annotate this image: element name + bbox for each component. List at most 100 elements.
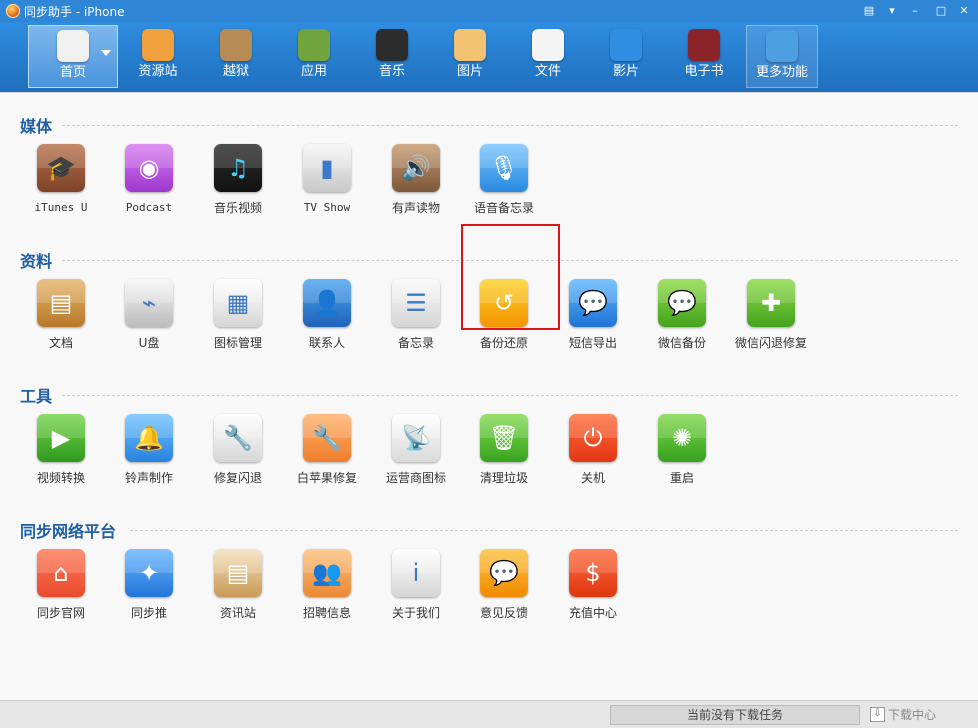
nav-more-tools[interactable]: 更多功能 (746, 25, 818, 88)
message-icon[interactable]: ▤ (860, 3, 878, 19)
item-label: 联系人 (308, 336, 345, 350)
tv-show-icon: ▮ (303, 144, 351, 192)
nav-label: 越狱 (222, 64, 249, 79)
white-apple-fix-button[interactable]: 🔧 白苹果修复 (284, 410, 370, 498)
nav-label: 电子书 (684, 64, 724, 79)
nav-jailbreak[interactable]: 越狱 (200, 25, 272, 88)
podcast-icon: ◉ (125, 144, 173, 192)
repair-crash-icon: 🔧 (214, 414, 262, 462)
section-divider (62, 125, 958, 127)
wechat-fix-button[interactable]: ✚ 微信闪退修复 (728, 275, 814, 363)
photo-icon (454, 29, 486, 61)
item-label: 白苹果修复 (296, 471, 357, 485)
close-icon[interactable]: ✕ (955, 3, 973, 19)
minimize-icon[interactable]: – (906, 3, 924, 19)
item-label: 修复闪退 (213, 471, 262, 485)
recharge-button[interactable]: $ 充值中心 (550, 545, 636, 633)
power-icon: ⏻ (569, 414, 617, 462)
trash-icon: 🗑 (480, 414, 528, 462)
item-label: iTunes U (34, 201, 88, 214)
video-convert-icon: ▶ (37, 414, 85, 462)
news-button[interactable]: ▤ 资讯站 (195, 545, 281, 633)
itunes-u-button[interactable]: 🎓 iTunes U (18, 140, 104, 228)
usb-drive-button[interactable]: ⌁ U盘 (106, 275, 192, 363)
item-label: 微信闪退修复 (734, 336, 807, 350)
sync-push-icon-glyph: ✦ (138, 559, 160, 587)
nav-label: 首页 (59, 65, 86, 80)
nav-video[interactable]: 影片 (590, 25, 662, 88)
apps-icon (298, 29, 330, 61)
memo-icon-glyph: ☰ (405, 289, 427, 317)
item-label: 同步推 (130, 606, 167, 620)
repair-crash-button[interactable]: 🔧 修复闪退 (195, 410, 281, 498)
restart-button[interactable]: ✺ 重启 (639, 410, 725, 498)
video-icon (610, 29, 642, 61)
video-convert-button[interactable]: ▶ 视频转换 (18, 410, 104, 498)
home-dropdown-arrow-icon[interactable] (101, 50, 111, 56)
restart-icon-glyph: ✺ (671, 424, 693, 452)
voice-memo-icon: 🎙 (480, 144, 528, 192)
nav-music[interactable]: 音乐 (356, 25, 428, 88)
menu-icon[interactable]: ▾ (883, 3, 901, 19)
ringtone-icon: 🔔 (125, 414, 173, 462)
audiobook-icon-glyph: 🔊 (401, 154, 431, 182)
tv-show-button[interactable]: ▮ TV Show (284, 140, 370, 228)
window-title: 同步助手 - iPhone (24, 5, 125, 19)
power-button[interactable]: ⏻ 关机 (550, 410, 636, 498)
news-icon: ▤ (214, 549, 262, 597)
recruitment-button[interactable]: 👥 招聘信息 (284, 545, 370, 633)
nav-file[interactable]: 文件 (512, 25, 584, 88)
maximize-icon[interactable]: □ (932, 3, 950, 19)
podcast-icon-glyph: ◉ (138, 154, 160, 182)
more-functions-panel: 媒体 🎓 iTunes U ◉ Podcast ♫ 音乐视频 ▮ TV Show 🔊 有声读物 🎙 语音… (0, 92, 978, 701)
nav-home[interactable]: 首页 (28, 25, 118, 88)
nav-apps[interactable]: 应用 (278, 25, 350, 88)
about-icon: i (392, 549, 440, 597)
podcast-button[interactable]: ◉ Podcast (106, 140, 192, 228)
contacts-button[interactable]: 👤 联系人 (284, 275, 370, 363)
nav-photo[interactable]: 图片 (434, 25, 506, 88)
download-center-link[interactable]: 下载中心 (888, 706, 936, 723)
usb-drive-icon-glyph: ⌁ (141, 289, 157, 317)
section-title: 资料 (20, 252, 53, 271)
main-navigation: 首页 资源站 越狱 应用 音乐 图片 文件 影片 电子书 更多功能 (0, 22, 978, 92)
download-icon[interactable]: ⇩ (870, 707, 885, 722)
trash-icon-glyph: 🗑 (488, 424, 520, 452)
video-convert-icon-glyph: ▶ (51, 424, 71, 452)
item-label: 微信备份 (657, 336, 706, 350)
trash-button[interactable]: 🗑 清理垃圾 (461, 410, 547, 498)
nav-bag[interactable]: 资源站 (122, 25, 194, 88)
memo-button[interactable]: ☰ 备忘录 (373, 275, 459, 363)
voice-memo-icon-glyph: 🎙 (488, 154, 520, 182)
item-label: 充值中心 (568, 606, 617, 620)
voice-memo-button[interactable]: 🎙 语音备忘录 (461, 140, 547, 228)
document-button[interactable]: ▤ 文档 (18, 275, 104, 363)
about-button[interactable]: i 关于我们 (373, 545, 459, 633)
title-bar: 同步助手 - iPhone ▤ ▾ – □ ✕ (0, 0, 978, 22)
wechat-backup-icon-glyph: 💬 (667, 289, 697, 317)
sms-export-button[interactable]: 💬 短信导出 (550, 275, 636, 363)
itunes-u-icon-glyph: 🎓 (46, 154, 76, 182)
power-icon-glyph: ⏻ (583, 424, 603, 452)
nav-label: 应用 (300, 64, 327, 79)
app-window: 同步助手 - iPhone ▤ ▾ – □ ✕ 首页 资源站 越狱 应用 音乐 图片 文件 影片 电子书… (0, 0, 978, 728)
carrier-icon: 📡 (392, 414, 440, 462)
nav-label: 图片 (456, 64, 483, 79)
wechat-backup-button[interactable]: 💬 微信备份 (639, 275, 725, 363)
ebook-icon (688, 29, 720, 61)
sync-push-button[interactable]: ✦ 同步推 (106, 545, 192, 633)
ringtone-button[interactable]: 🔔 铃声制作 (106, 410, 192, 498)
item-label: 运营商图标 (385, 471, 446, 485)
music-video-button[interactable]: ♫ 音乐视频 (195, 140, 281, 228)
icon-manager-button[interactable]: ▦ 图标管理 (195, 275, 281, 363)
nav-label: 更多功能 (755, 65, 808, 80)
feedback-icon-glyph: 💬 (489, 559, 519, 587)
nav-ebook[interactable]: 电子书 (668, 25, 740, 88)
nav-label: 资源站 (138, 64, 178, 79)
carrier-button[interactable]: 📡 运营商图标 (373, 410, 459, 498)
backup-restore-icon-glyph: ↺ (493, 289, 515, 317)
audiobook-button[interactable]: 🔊 有声读物 (373, 140, 459, 228)
feedback-button[interactable]: 💬 意见反馈 (461, 545, 547, 633)
official-site-button[interactable]: ⌂ 同步官网 (18, 545, 104, 633)
feedback-icon: 💬 (480, 549, 528, 597)
